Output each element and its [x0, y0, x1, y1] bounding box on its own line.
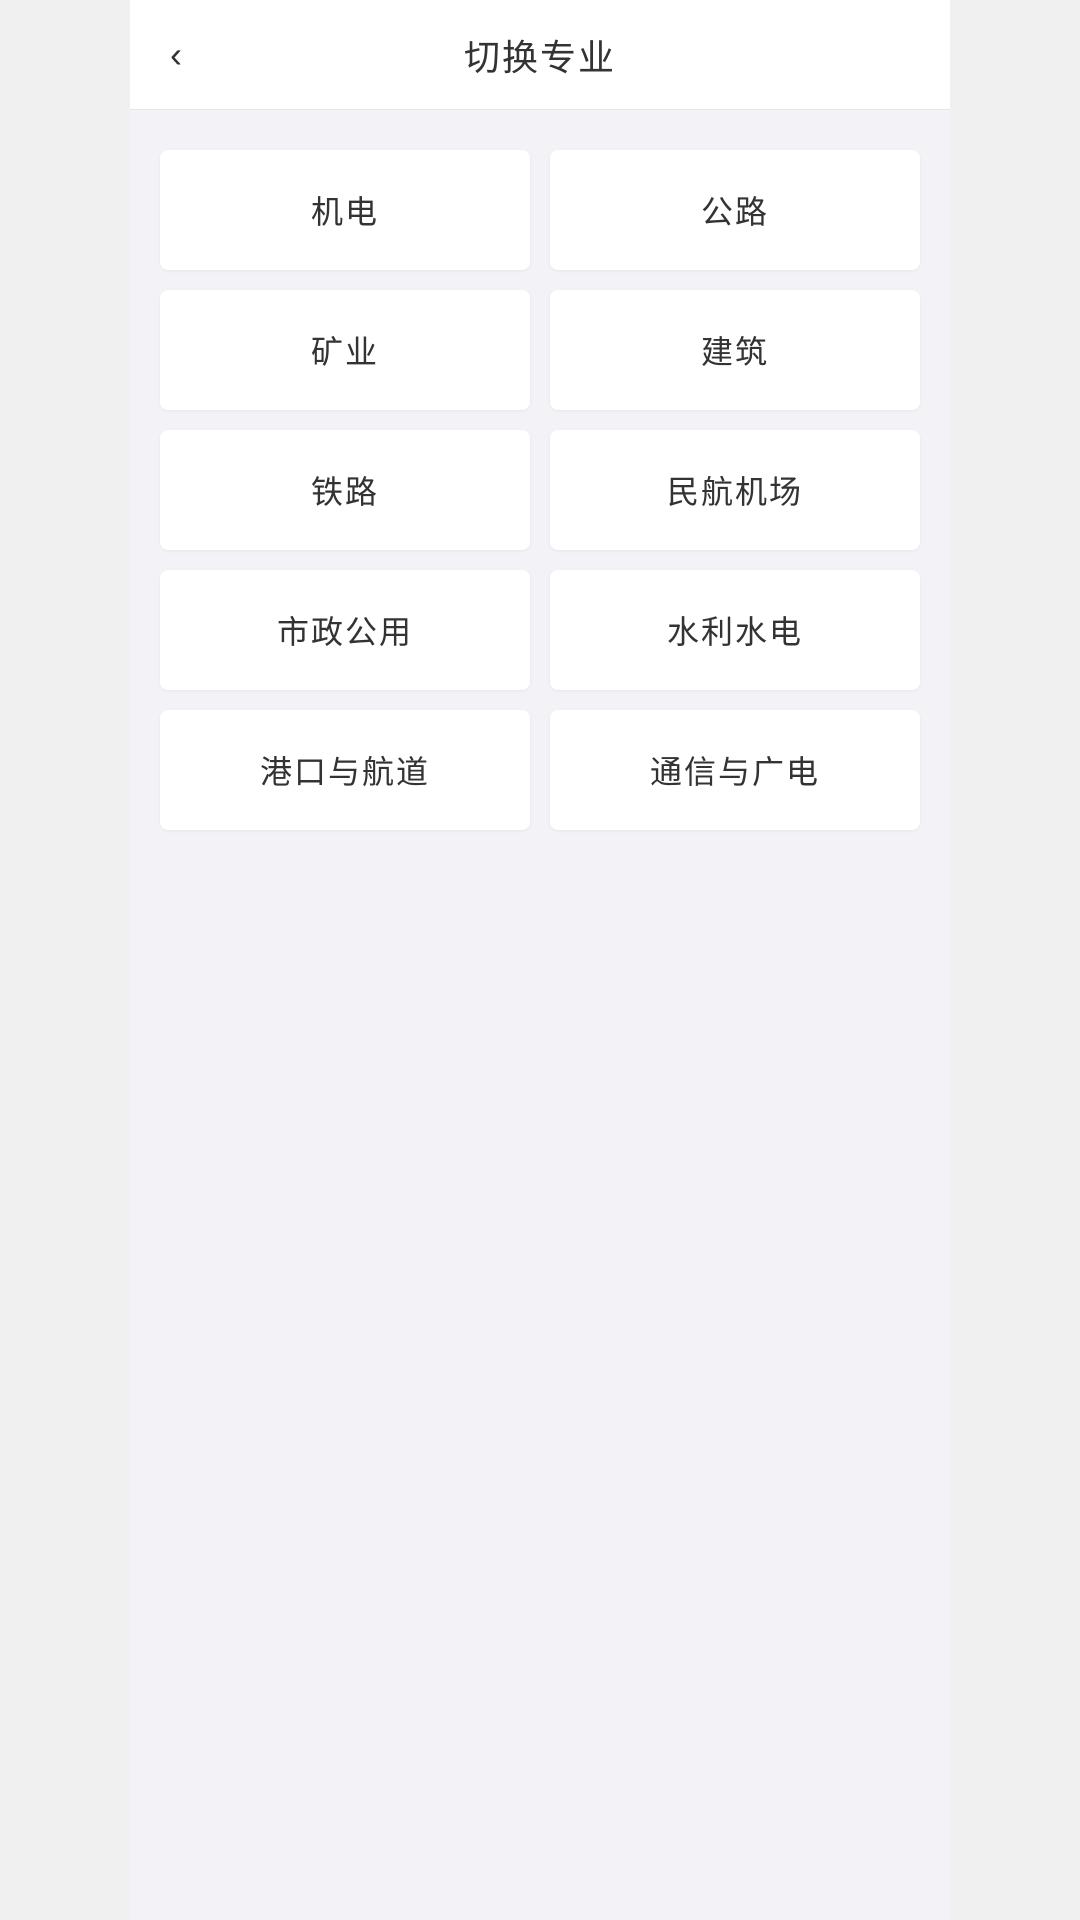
grid-item-kuangye[interactable]: 矿业: [160, 290, 530, 410]
grid-item-label-shuilishuidan: 水利水电: [667, 607, 803, 653]
grid-item-label-shizhenggongyong: 市政公用: [277, 607, 413, 653]
grid-item-minhanjichang[interactable]: 民航机场: [550, 430, 920, 550]
grid-item-shizhenggongyong[interactable]: 市政公用: [160, 570, 530, 690]
grid-item-jidian[interactable]: 机电: [160, 150, 530, 270]
grid-item-label-jianzhu: 建筑: [701, 327, 769, 373]
back-button[interactable]: ‹: [160, 27, 192, 83]
grid-item-label-gangkouhanghao: 港口与航道: [260, 747, 430, 793]
back-icon: ‹: [170, 34, 182, 75]
grid-item-shuilishuidan[interactable]: 水利水电: [550, 570, 920, 690]
app-container: ‹ 切换专业 机电 公路矿业 建筑铁路 民航机场市政公用 水利水电港口与航道 通信与广电: [130, 0, 950, 1920]
grid-item-tongxinyuguangdian[interactable]: 通信与广电: [550, 710, 920, 830]
content-area: 机电 公路矿业 建筑铁路 民航机场市政公用 水利水电港口与航道 通信与广电: [130, 110, 950, 870]
header: ‹ 切换专业: [130, 0, 950, 110]
grid-item-label-minhanjichang: 民航机场: [667, 467, 803, 513]
grid-item-label-jidian: 机电: [311, 187, 379, 233]
grid-item-jianzhu[interactable]: 建筑: [550, 290, 920, 410]
grid-item-label-tielu: 铁路: [311, 467, 379, 513]
grid-item-label-tongxinyuguangdian: 通信与广电: [650, 747, 820, 793]
grid-item-gangkouhanghao[interactable]: 港口与航道: [160, 710, 530, 830]
page-title: 切换专业: [464, 29, 616, 81]
grid-item-label-gonglu: 公路: [701, 187, 769, 233]
grid-item-tielu[interactable]: 铁路: [160, 430, 530, 550]
grid-item-label-kuangye: 矿业: [311, 327, 379, 373]
specialty-grid: 机电 公路矿业 建筑铁路 民航机场市政公用 水利水电港口与航道 通信与广电: [160, 150, 920, 830]
grid-item-gonglu[interactable]: 公路: [550, 150, 920, 270]
